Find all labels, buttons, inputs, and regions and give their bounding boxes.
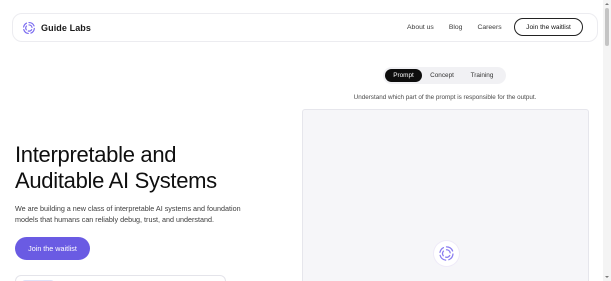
tab-training[interactable]: Training [462, 69, 502, 82]
tab-concept[interactable]: Concept [422, 69, 462, 82]
vertical-scrollbar[interactable] [603, 0, 611, 281]
hero-subtitle: We are building a new class of interpret… [15, 204, 241, 224]
scroll-up-arrow-icon[interactable] [604, 1, 610, 7]
brand-name: Guide Labs [41, 23, 92, 33]
hero-title: Interpretable and Auditable AI Systems [15, 142, 275, 194]
nav-link-blog[interactable]: Blog [449, 24, 463, 31]
tab-description: Understand which part of the prompt is r… [353, 94, 537, 101]
tab-prompt[interactable]: Prompt [385, 69, 422, 82]
scroll-down-arrow-icon[interactable] [604, 274, 610, 280]
nav-links: About us Blog Careers [407, 14, 502, 41]
spiral-logo-icon [22, 21, 36, 35]
nav-link-about-us[interactable]: About us [407, 24, 434, 31]
nav-link-careers[interactable]: Careers [477, 24, 501, 31]
demo-tabs: Prompt Concept Training [383, 67, 506, 84]
navbar: Guide Labs About us Blog Careers Join th… [12, 13, 598, 42]
scrollbar-thumb[interactable] [605, 8, 609, 46]
feature-card-preview [15, 275, 226, 281]
brand[interactable]: Guide Labs [22, 18, 91, 38]
page: Guide Labs About us Blog Careers Join th… [0, 0, 611, 281]
hero-title-line-2: Auditable AI Systems [15, 168, 217, 193]
hero-title-line-1: Interpretable and [15, 142, 177, 167]
join-waitlist-hero-button[interactable]: Join the waitlist [15, 237, 90, 260]
join-waitlist-nav-button[interactable]: Join the waitlist [514, 18, 583, 36]
demo-panel [302, 109, 589, 281]
spiral-loading-icon [434, 241, 459, 266]
